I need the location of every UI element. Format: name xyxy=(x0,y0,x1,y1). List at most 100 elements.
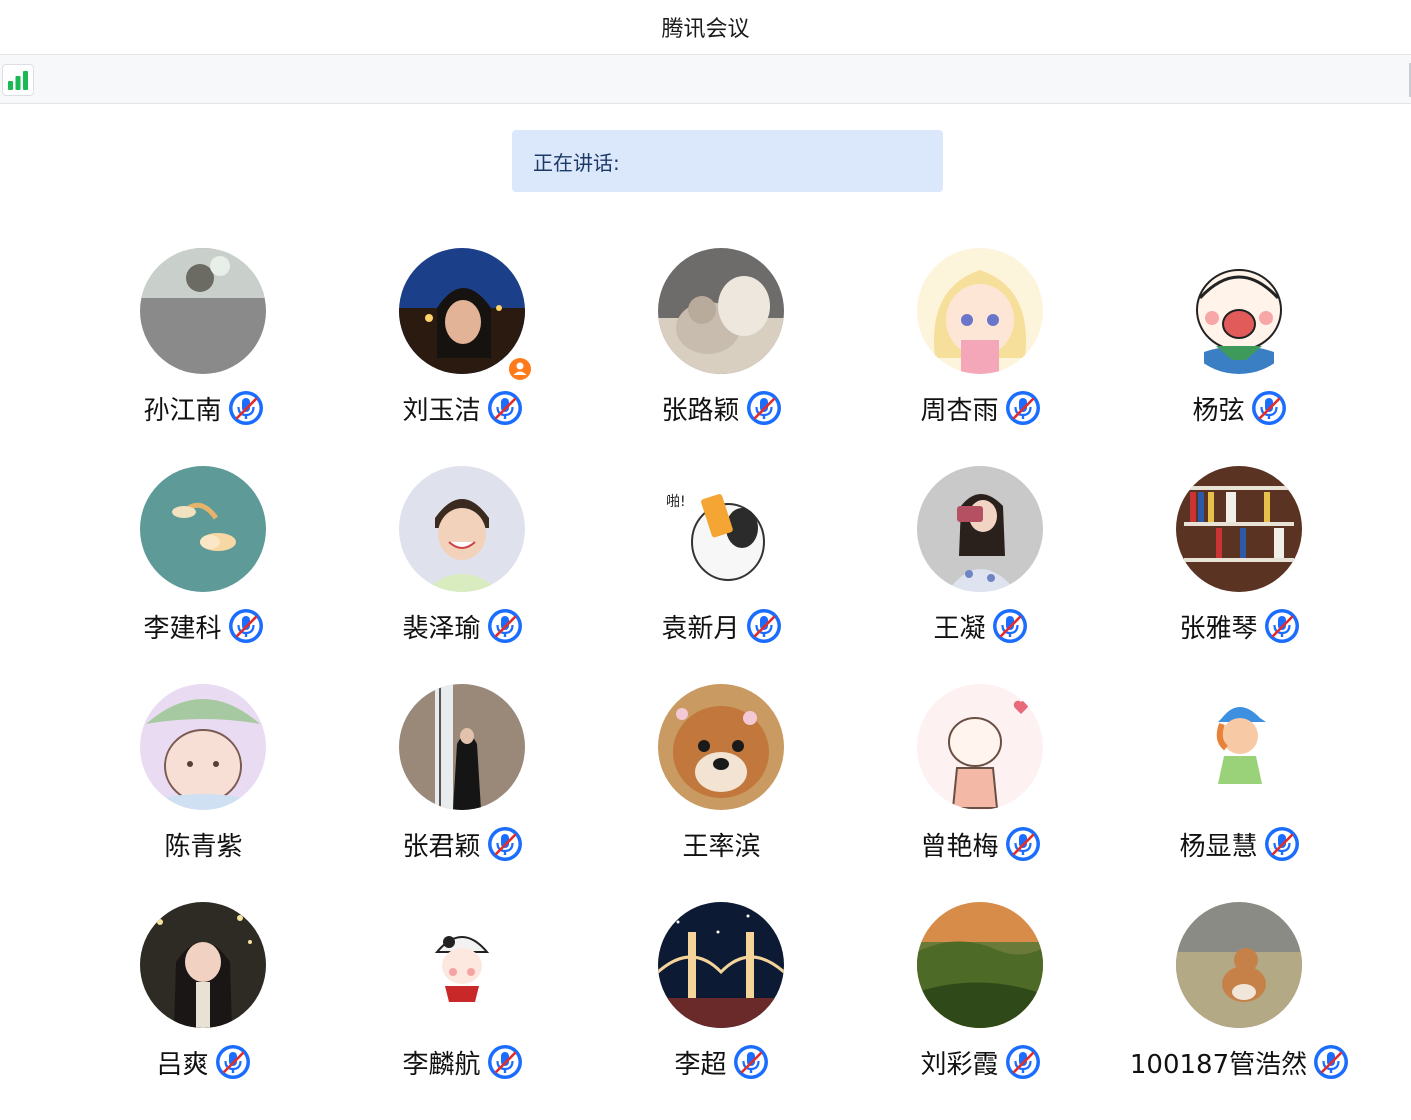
participant-name-row: 李建科 xyxy=(74,606,333,646)
mic-muted-icon[interactable] xyxy=(1005,1044,1041,1080)
participant-avatar[interactable] xyxy=(399,684,525,810)
participant-tile[interactable]: 啪! 袁新月 xyxy=(592,466,851,684)
participant-tile[interactable]: 李建科 xyxy=(74,466,333,684)
bunny-leaf-drawing-image xyxy=(140,684,266,810)
participant-avatar[interactable] xyxy=(1176,248,1302,374)
svg-text:啪!: 啪! xyxy=(666,493,686,510)
participant-tile[interactable]: 王凝 xyxy=(851,466,1110,684)
participant-name-row: 李麟航 xyxy=(333,1042,592,1082)
mic-muted-icon[interactable] xyxy=(228,608,264,644)
anime-girl-drawing-image xyxy=(917,248,1043,374)
participant-name-row: 陈青紫 xyxy=(74,824,333,864)
participant-tile[interactable]: 刘彩霞 xyxy=(851,902,1110,1120)
participant-avatar[interactable] xyxy=(917,902,1043,1028)
participant-tile[interactable]: 李麟航 xyxy=(333,902,592,1120)
participant-name: 袁新月 xyxy=(661,613,740,644)
participant-tile[interactable]: 孙江南 xyxy=(74,248,333,466)
participant-avatar[interactable] xyxy=(917,466,1043,592)
mic-muted-icon[interactable] xyxy=(487,826,523,862)
participant-name-row: 孙江南 xyxy=(74,388,333,428)
participant-avatar[interactable] xyxy=(140,466,266,592)
mic-muted-icon[interactable] xyxy=(487,608,523,644)
cartoon-boy-hat-drawing-image xyxy=(1176,684,1302,810)
mic-muted-icon[interactable] xyxy=(215,1044,251,1080)
participant-name: 吕爽 xyxy=(156,1049,209,1080)
participant-tile[interactable]: 张雅琴 xyxy=(1110,466,1369,684)
cartoon-girl-heart-drawing-image xyxy=(917,684,1043,810)
participant-tile[interactable]: 周杏雨 xyxy=(851,248,1110,466)
participant-name-row: 曾艳梅 xyxy=(851,824,1110,864)
participant-name-row: 袁新月 xyxy=(592,606,851,646)
participant-avatar[interactable] xyxy=(140,248,266,374)
participant-name-row: 王凝 xyxy=(851,606,1110,646)
participant-tile[interactable]: 杨弦 xyxy=(1110,248,1369,466)
participant-name: 张雅琴 xyxy=(1179,613,1258,644)
participant-avatar[interactable] xyxy=(917,248,1043,374)
mic-muted-icon[interactable] xyxy=(992,608,1028,644)
mic-muted-icon[interactable] xyxy=(487,390,523,426)
participant-name: 刘玉洁 xyxy=(402,395,481,426)
participant-name: 周杏雨 xyxy=(920,395,999,426)
participant-tile[interactable]: 100187管浩然 xyxy=(1110,902,1369,1120)
mic-muted-icon[interactable] xyxy=(733,1044,769,1080)
participant-tile[interactable]: 张路颖 xyxy=(592,248,851,466)
participant-name-row: 裴泽瑜 xyxy=(333,606,592,646)
woman-lights-photo-image xyxy=(140,902,266,1028)
window-titlebar: 腾讯会议 xyxy=(0,0,1411,54)
participant-tile[interactable]: 杨显慧 xyxy=(1110,684,1369,902)
participant-avatar[interactable] xyxy=(1176,684,1302,810)
participant-name: 刘彩霞 xyxy=(920,1049,999,1080)
mic-muted-icon[interactable] xyxy=(1264,608,1300,644)
participant-tile[interactable]: 刘玉洁 xyxy=(333,248,592,466)
participant-avatar[interactable] xyxy=(399,466,525,592)
participant-name: 杨弦 xyxy=(1192,395,1245,426)
participant-avatar[interactable]: 啪! xyxy=(658,466,784,592)
participant-name: 曾艳梅 xyxy=(920,831,999,862)
participant-name-row: 张路颖 xyxy=(592,388,851,428)
participant-avatar[interactable] xyxy=(140,684,266,810)
smiling-child-photo-image xyxy=(399,466,525,592)
mic-muted-icon[interactable] xyxy=(1005,826,1041,862)
participant-avatar[interactable] xyxy=(399,902,525,1028)
participant-avatar[interactable] xyxy=(1176,466,1302,592)
participant-avatar[interactable] xyxy=(140,902,266,1028)
participant-tile[interactable]: 陈青紫 xyxy=(74,684,333,902)
participant-name: 张路颖 xyxy=(661,395,740,426)
participant-avatar[interactable] xyxy=(658,902,784,1028)
participant-tile[interactable]: 曾艳梅 xyxy=(851,684,1110,902)
mic-muted-icon[interactable] xyxy=(746,390,782,426)
participant-name: 张君颖 xyxy=(402,831,481,862)
mic-muted-icon[interactable] xyxy=(746,608,782,644)
participant-name: 100187管浩然 xyxy=(1129,1049,1308,1080)
participant-name-row: 杨显慧 xyxy=(1110,824,1369,864)
toolbar xyxy=(0,54,1411,104)
participant-name: 裴泽瑜 xyxy=(402,613,481,644)
participant-avatar[interactable] xyxy=(917,684,1043,810)
mic-muted-icon[interactable] xyxy=(228,390,264,426)
participant-tile[interactable]: 张君颖 xyxy=(333,684,592,902)
participant-avatar[interactable] xyxy=(1176,902,1302,1028)
signal-button[interactable] xyxy=(2,64,34,96)
participant-grid: 孙江南 刘玉洁 张路颖 周杏雨 杨弦 李建科 裴泽瑜 啪! 袁新月 王凝 张雅琴… xyxy=(74,248,1369,1120)
mic-muted-icon[interactable] xyxy=(1005,390,1041,426)
participant-tile[interactable]: 裴泽瑜 xyxy=(333,466,592,684)
participant-name-row: 张雅琴 xyxy=(1110,606,1369,646)
participant-avatar[interactable] xyxy=(658,684,784,810)
mic-muted-icon[interactable] xyxy=(1264,826,1300,862)
participant-tile[interactable]: 李超 xyxy=(592,902,851,1120)
participant-name: 李超 xyxy=(674,1049,727,1080)
mic-muted-icon[interactable] xyxy=(487,1044,523,1080)
participant-name: 陈青紫 xyxy=(164,831,243,862)
participant-name-row: 周杏雨 xyxy=(851,388,1110,428)
cow-hat-girl-drawing-image xyxy=(399,902,525,1028)
participant-name-row: 吕爽 xyxy=(74,1042,333,1082)
participant-name: 孙江南 xyxy=(143,395,222,426)
woman-window-photo-image xyxy=(399,684,525,810)
signal-bars-icon xyxy=(8,71,28,90)
speaking-label: 正在讲话: xyxy=(533,150,620,175)
mic-muted-icon[interactable] xyxy=(1251,390,1287,426)
participant-avatar[interactable] xyxy=(658,248,784,374)
participant-tile[interactable]: 吕爽 xyxy=(74,902,333,1120)
mic-muted-icon[interactable] xyxy=(1313,1044,1349,1080)
participant-tile[interactable]: 王率滨 xyxy=(592,684,851,902)
